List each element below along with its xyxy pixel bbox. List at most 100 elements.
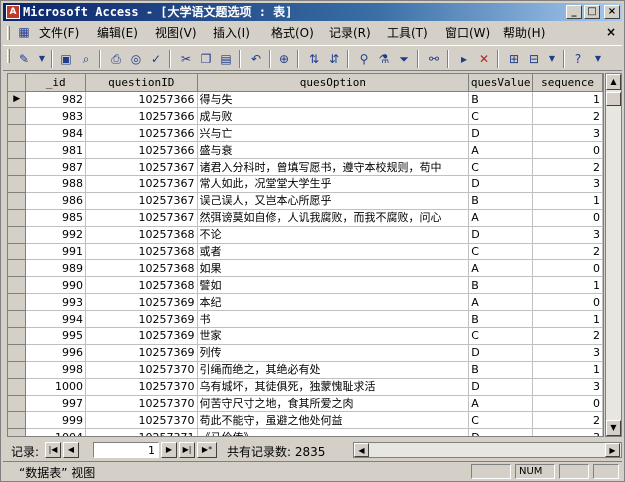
cell-quesoption[interactable]: 乌有城坏，其徒俱死，独蒙愧耻求活: [197, 378, 470, 396]
new-record-icon[interactable]: ▸: [455, 50, 473, 68]
record-selector[interactable]: [8, 107, 27, 126]
cell-quesoption[interactable]: 诸君入分科时，曾填写愿书，遵守本校规则，苟中: [197, 158, 470, 176]
record-selector[interactable]: [8, 243, 27, 261]
cell-sequence[interactable]: 1: [532, 91, 603, 109]
cell-quesvalue[interactable]: D: [468, 378, 534, 396]
filter-by-form-icon[interactable]: ⚗: [375, 50, 393, 68]
cell-sequence[interactable]: 3: [532, 344, 603, 362]
cell-quesvalue[interactable]: A: [468, 141, 534, 160]
table-row[interactable]: 983 10257366 成与败 C 2: [8, 107, 603, 126]
cell-quesoption[interactable]: 成与败: [197, 107, 470, 126]
table-row[interactable]: 1000 10257370 乌有城坏，其徒俱死，独蒙愧耻求活 D 3: [8, 378, 603, 396]
cell-quesvalue[interactable]: A: [468, 395, 534, 413]
cell-id[interactable]: 998: [25, 361, 87, 379]
cell-quesoption[interactable]: 列传: [197, 344, 470, 362]
cell-quesvalue[interactable]: B: [468, 192, 534, 210]
sort-ascending-icon[interactable]: ⇅: [305, 50, 323, 68]
cell-quesoption[interactable]: 本纪: [197, 293, 470, 312]
search-files-icon[interactable]: ⌕: [77, 50, 95, 68]
cell-questionid[interactable]: 10257369: [85, 293, 198, 312]
cell-quesvalue[interactable]: C: [468, 411, 534, 430]
minimize-icon[interactable]: _: [566, 5, 582, 19]
record-selector[interactable]: [8, 344, 27, 362]
cell-quesvalue[interactable]: A: [468, 259, 534, 278]
sort-descending-icon[interactable]: ⇵: [325, 50, 343, 68]
new-record-nav-icon[interactable]: ▶*: [197, 442, 217, 458]
database-window-icon[interactable]: ⊞: [505, 50, 523, 68]
menu-help[interactable]: 帮助(H): [503, 26, 545, 41]
cell-quesoption[interactable]: 然弭谤莫如自修，人讥我腐败，而我不腐败，问心: [197, 209, 470, 227]
horizontal-scrollbar[interactable]: ◀ ▶: [353, 442, 622, 458]
record-selector[interactable]: [8, 293, 27, 312]
menu-grip[interactable]: [7, 26, 10, 40]
cell-quesoption[interactable]: 盛与衰: [197, 141, 470, 160]
cell-questionid[interactable]: 10257368: [85, 276, 198, 295]
vertical-scrollbar[interactable]: ▲ ▼: [605, 73, 622, 437]
current-record-selector[interactable]: ▶: [8, 91, 27, 109]
table-row[interactable]: 991 10257368 或者 C 2: [8, 243, 603, 261]
cell-quesvalue[interactable]: A: [468, 209, 534, 227]
cell-id[interactable]: 983: [25, 107, 87, 126]
menu-format[interactable]: 格式(O): [271, 26, 314, 41]
cell-questionid[interactable]: 10257370: [85, 411, 198, 430]
cell-id[interactable]: 1004: [25, 428, 87, 436]
hyperlink-icon[interactable]: ⊕: [275, 50, 293, 68]
cell-id[interactable]: 996: [25, 344, 87, 362]
cell-quesvalue[interactable]: B: [468, 276, 534, 295]
record-selector[interactable]: [8, 141, 27, 160]
record-selector[interactable]: [8, 361, 27, 379]
cell-questionid[interactable]: 10257369: [85, 344, 198, 362]
cell-quesvalue[interactable]: D: [468, 124, 534, 143]
record-selector[interactable]: [8, 327, 27, 345]
cell-sequence[interactable]: 1: [532, 310, 603, 328]
column-header-sequence[interactable]: sequence: [532, 74, 603, 92]
table-row[interactable]: 999 10257370 苟此不能守，虽避之他处何益 C 2: [8, 411, 603, 430]
cell-id[interactable]: 986: [25, 192, 87, 210]
cell-id[interactable]: 994: [25, 310, 87, 328]
new-object-dropdown-icon[interactable]: ▼: [543, 50, 561, 68]
cell-sequence[interactable]: 1: [532, 276, 603, 295]
menu-file[interactable]: 文件(F): [39, 26, 79, 41]
cell-quesvalue[interactable]: D: [468, 175, 534, 193]
table-row[interactable]: 997 10257370 何苦守尺寸之地，食其所爱之肉 A 0: [8, 395, 603, 413]
print-icon[interactable]: ⎙: [107, 50, 125, 68]
cell-sequence[interactable]: 0: [532, 209, 603, 227]
cell-sequence[interactable]: 2: [532, 243, 603, 261]
cell-questionid[interactable]: 10257366: [85, 141, 198, 160]
cell-quesoption[interactable]: 得与失: [197, 91, 470, 109]
record-selector[interactable]: [8, 310, 27, 328]
table-row[interactable]: 992 10257368 不论 D 3: [8, 226, 603, 244]
cell-id[interactable]: 999: [25, 411, 87, 430]
record-selector[interactable]: [8, 276, 27, 295]
document-close-icon[interactable]: ×: [606, 25, 616, 39]
toolbar-grip[interactable]: [7, 49, 10, 63]
paste-icon[interactable]: ▤: [217, 50, 235, 68]
cell-sequence[interactable]: 1: [532, 192, 603, 210]
cell-sequence[interactable]: 2: [532, 158, 603, 176]
table-row[interactable]: 988 10257367 常人如此，况堂堂大学生乎 D 3: [8, 175, 603, 193]
maximize-icon[interactable]: □: [584, 5, 600, 19]
table-row[interactable]: 989 10257368 如果 A 0: [8, 259, 603, 278]
cell-id[interactable]: 991: [25, 243, 87, 261]
next-record-icon[interactable]: ▶: [161, 442, 177, 458]
cell-questionid[interactable]: 10257367: [85, 192, 198, 210]
view-icon[interactable]: ✎: [15, 50, 33, 68]
table-row[interactable]: 984 10257366 兴与亡 D 3: [8, 124, 603, 143]
help-dropdown-icon[interactable]: ▼: [589, 50, 607, 68]
menu-edit[interactable]: 编辑(E): [97, 26, 138, 41]
cell-quesoption[interactable]: 兴与亡: [197, 124, 470, 143]
cell-id[interactable]: 982: [25, 91, 87, 109]
cell-quesoption[interactable]: 不论: [197, 226, 470, 244]
record-selector[interactable]: [8, 124, 27, 143]
cell-id[interactable]: 987: [25, 158, 87, 176]
cell-quesvalue[interactable]: D: [468, 226, 534, 244]
cell-quesvalue[interactable]: A: [468, 293, 534, 312]
cell-questionid[interactable]: 10257367: [85, 175, 198, 193]
cell-questionid[interactable]: 10257370: [85, 361, 198, 379]
cell-sequence[interactable]: 0: [532, 141, 603, 160]
record-selector[interactable]: [8, 209, 27, 227]
cell-id[interactable]: 1000: [25, 378, 87, 396]
cell-quesvalue[interactable]: B: [468, 310, 534, 328]
access-app-icon[interactable]: A: [6, 5, 20, 19]
cell-questionid[interactable]: 10257369: [85, 327, 198, 345]
